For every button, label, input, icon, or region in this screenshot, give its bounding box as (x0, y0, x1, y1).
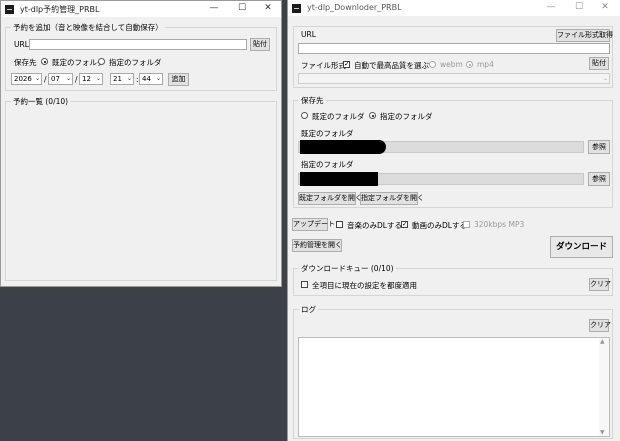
url-label: URL (301, 30, 316, 39)
app-icon (5, 5, 14, 14)
downloader-titlebar: yt-dlp_Downloder_PRBL — ☐ ✕ (288, 0, 620, 16)
chevron-down-icon: ⌄ (95, 75, 101, 82)
radio-mp4[interactable] (466, 61, 473, 68)
fetch-format-button[interactable]: ファイル形式取得 (556, 29, 613, 42)
minute-value: 44 (142, 75, 151, 83)
schedule-list-group: 予約一覧 (0/10) (5, 96, 277, 281)
open-schedule-button[interactable]: 予約管理を開く (292, 239, 342, 252)
radio-specified-folder[interactable] (369, 112, 376, 119)
schedule-list-legend: 予約一覧 (0/10) (11, 96, 71, 107)
mp4-label: mp4 (477, 60, 494, 69)
year-value: 2026 (14, 75, 32, 83)
radio-specified-folder[interactable] (98, 58, 105, 65)
chevron-down-icon: ⌄ (155, 75, 161, 82)
month-value: 07 (51, 75, 60, 83)
save-label: 保存先 (14, 58, 37, 67)
scroll-up-icon[interactable]: ▲ (600, 338, 605, 345)
scheduler-titlebar: yt-dlp予約管理_PRBL — ☐ ✕ (1, 1, 281, 17)
radio-default-folder[interactable] (301, 112, 308, 119)
mp3-label: 320kbps MP3 (474, 220, 525, 229)
video-only-label: 動画のみDLする (412, 221, 467, 230)
day-value: 12 (82, 75, 91, 83)
download-button[interactable]: ダウンロード (550, 236, 613, 258)
redacted-path (300, 140, 386, 154)
hour-select[interactable]: 21 ⌄ (110, 73, 134, 85)
log-scrollbar[interactable] (599, 338, 609, 436)
maximize-icon[interactable]: ☐ (229, 1, 255, 17)
mp3-checkbox[interactable] (463, 221, 470, 228)
audio-only-checkbox[interactable] (336, 221, 343, 228)
url-label: URL (14, 40, 29, 49)
open-specified-folder-button[interactable]: 指定フォルダを開く (360, 192, 424, 205)
date-separator: / (44, 75, 47, 84)
downloader-title: yt-dlp_Downloder_PRBL (307, 3, 402, 12)
downloader-url-input[interactable] (298, 43, 610, 54)
queue-legend: ダウンロードキュー (0/10) (299, 263, 396, 274)
log-legend: ログ (299, 304, 318, 315)
apply-all-checkbox[interactable] (301, 281, 308, 288)
app-icon (292, 4, 301, 13)
video-only-checkbox[interactable]: ✓ (401, 221, 408, 228)
queue-clear-button[interactable]: クリア (589, 278, 611, 291)
open-default-folder-button[interactable]: 既定フォルダを開く (298, 192, 362, 205)
close-icon[interactable]: ✕ (592, 0, 618, 16)
chevron-down-icon: ⌄ (34, 75, 40, 82)
radio-specified-label: 指定のフォルダ (109, 58, 162, 67)
add-schedule-button[interactable]: 追加 (168, 73, 189, 86)
scheduler-window: yt-dlp予約管理_PRBL — ☐ ✕ 予約を追加（音と映像を結合して自動保… (0, 0, 282, 287)
scheduler-title: yt-dlp予約管理_PRBL (20, 5, 100, 14)
auto-best-checkbox[interactable]: ✓ (343, 61, 350, 68)
specified-folder-label: 指定のフォルダ (301, 160, 354, 169)
format-paste-button[interactable]: 貼付 (589, 57, 609, 70)
webm-label: webm (440, 60, 463, 69)
log-textarea[interactable] (298, 337, 610, 437)
radio-default-label: 既定のフォルダ (312, 112, 365, 121)
radio-default-folder[interactable] (41, 58, 48, 65)
hour-value: 21 (113, 75, 122, 83)
browse-default-button[interactable]: 参照 (588, 140, 610, 154)
redacted-path (300, 172, 378, 186)
radio-webm[interactable] (429, 61, 436, 68)
add-schedule-legend: 予約を追加（音と映像を結合して自動保存） (11, 22, 165, 33)
maximize-icon[interactable]: ☐ (566, 0, 592, 16)
log-clear-button[interactable]: クリア (589, 319, 611, 332)
auto-best-label: 自動で最高品質を選ぶ (354, 61, 429, 70)
browse-specified-button[interactable]: 参照 (588, 172, 610, 186)
scroll-down-icon[interactable]: ▼ (600, 429, 605, 436)
month-select[interactable]: 07 ⌄ (48, 73, 73, 85)
update-button[interactable]: アップデート (292, 218, 335, 231)
minute-select[interactable]: 44 ⌄ (139, 73, 163, 85)
scheduler-paste-button[interactable]: 貼付 (250, 38, 270, 51)
radio-default-label: 既定のフォルダ (52, 58, 105, 67)
chevron-down-icon: ⌄ (65, 75, 71, 82)
day-select[interactable]: 12 ⌄ (79, 73, 103, 85)
minimize-icon[interactable]: — (538, 0, 564, 16)
close-icon[interactable]: ✕ (255, 1, 281, 17)
scheduler-url-input[interactable] (29, 39, 247, 50)
audio-only-label: 音楽のみDLする (347, 221, 402, 230)
save-destination-legend: 保存先 (299, 95, 326, 106)
downloader-window: yt-dlp_Downloder_PRBL — ☐ ✕ URL ファイル形式取得… (287, 0, 620, 441)
year-select[interactable]: 2026 ⌄ (11, 73, 42, 85)
date-separator: / (75, 75, 78, 84)
format-label: ファイル形式 (301, 61, 346, 70)
chevron-down-icon: ⌄ (602, 75, 608, 82)
radio-specified-label: 指定のフォルダ (380, 112, 433, 121)
chevron-down-icon: ⌄ (126, 75, 132, 82)
format-select[interactable]: ⌄ (298, 73, 610, 84)
apply-all-label: 全項目に現在の設定を都度適用 (312, 281, 417, 290)
default-folder-label: 既定のフォルダ (301, 129, 354, 138)
minimize-icon[interactable]: — (201, 1, 227, 17)
